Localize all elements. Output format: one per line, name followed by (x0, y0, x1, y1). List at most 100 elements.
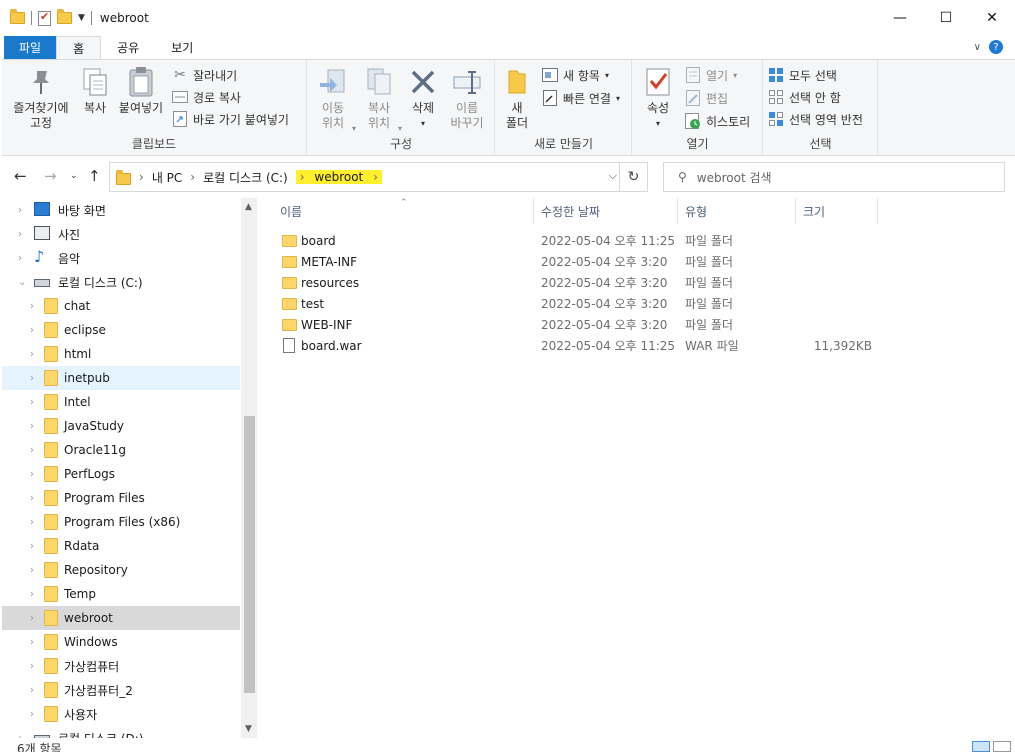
easy-access-button[interactable]: 빠른 연결 ▾ (542, 88, 620, 108)
chevron-right-icon[interactable]: › (30, 445, 34, 456)
chevron-right-icon[interactable]: › (30, 589, 34, 600)
nav-item[interactable]: › Windows (2, 630, 240, 654)
collapse-ribbon-icon[interactable]: ∨ (974, 42, 981, 53)
pin-quick-access-button[interactable]: 즐겨찾기에 고정 (8, 66, 74, 131)
chevron-right-icon[interactable]: › (30, 613, 34, 624)
nav-item[interactable]: › Repository (2, 558, 240, 582)
nav-pane-scrollbar[interactable]: ▲ ▼ (241, 198, 257, 738)
nav-item[interactable]: › Program Files (x86) (2, 510, 240, 534)
nav-item[interactable]: › inetpub (2, 366, 240, 390)
tab-view[interactable]: 보기 (155, 36, 209, 59)
file-row[interactable]: board 2022-05-04 오후 11:25 파일 폴더 (260, 230, 880, 251)
column-header-name[interactable]: 이름 (260, 198, 534, 224)
file-row[interactable]: test 2022-05-04 오후 3:20 파일 폴더 (260, 293, 880, 314)
chevron-right-icon[interactable]: › (30, 421, 34, 432)
chevron-right-icon[interactable]: › (30, 709, 34, 720)
cut-button[interactable]: ✂ 잘라내기 (172, 65, 237, 85)
nav-item[interactable]: › chat (2, 294, 240, 318)
chevron-right-icon[interactable]: › (30, 637, 34, 648)
breadcrumb-separator-icon[interactable]: › (373, 170, 378, 184)
nav-item[interactable]: › html (2, 342, 240, 366)
nav-item[interactable]: › Rdata (2, 534, 240, 558)
copy-to-button[interactable]: 복사 위치 ▾ (358, 66, 402, 133)
nav-item[interactable]: › 가상컴퓨터_2 (2, 678, 240, 702)
history-button[interactable]: 히스토리 (685, 111, 750, 131)
address-bar[interactable]: › 내 PC › 로컬 디스크 (C:) › webroot › ⌵ ↻ (109, 162, 648, 192)
forward-arrow-icon[interactable]: → (44, 167, 57, 185)
file-row[interactable]: board.war 2022-05-04 오후 11:25 WAR 파일 11,392… (260, 335, 880, 356)
breadcrumb-this-pc[interactable]: 내 PC (152, 169, 182, 186)
tab-share[interactable]: 공유 (101, 36, 155, 59)
scroll-down-arrow-icon[interactable]: ▼ (245, 724, 252, 734)
breadcrumb-separator-icon[interactable]: › (139, 170, 144, 184)
back-arrow-icon[interactable]: ← (14, 167, 27, 185)
file-row[interactable]: WEB-INF 2022-05-04 오후 3:20 파일 폴더 (260, 314, 880, 335)
help-icon[interactable]: ? (989, 40, 1003, 54)
address-history-dropdown-icon[interactable]: ⌵ (609, 169, 617, 183)
new-item-button[interactable]: 새 항목 ▾ (542, 65, 609, 85)
chevron-right-icon[interactable]: › (30, 301, 34, 312)
nav-item[interactable]: › Oracle11g (2, 438, 240, 462)
invert-selection-button[interactable]: 선택 영역 반전 (768, 109, 863, 129)
copy-path-button[interactable]: 경로 복사 (172, 87, 241, 107)
nav-item[interactable]: ›로컬 디스크 (D:) (2, 726, 240, 738)
breadcrumb-separator-icon[interactable]: › (300, 170, 305, 184)
select-all-button[interactable]: 모두 선택 (768, 65, 837, 85)
chevron-right-icon[interactable]: › (18, 205, 22, 216)
column-header-size[interactable]: 크기 (796, 198, 878, 224)
chevron-right-icon[interactable]: › (30, 325, 34, 336)
nav-item[interactable]: › ♪ 음악 (2, 246, 240, 270)
paste-shortcut-button[interactable]: 바로 가기 붙여넣기 (172, 109, 289, 129)
chevron-right-icon[interactable]: › (30, 565, 34, 576)
chevron-right-icon[interactable]: › (18, 229, 22, 240)
column-header-modified[interactable]: 수정한 날짜 (534, 198, 678, 224)
rename-button[interactable]: 이름 바꾸기 (446, 66, 488, 131)
breadcrumb-webroot[interactable]: webroot (314, 170, 363, 184)
nav-item[interactable]: › 사용자 (2, 702, 240, 726)
properties-icon[interactable] (38, 10, 51, 26)
chevron-right-icon[interactable]: › (30, 517, 34, 528)
tab-home[interactable]: 홈 (56, 36, 102, 59)
chevron-right-icon[interactable]: › (30, 661, 34, 672)
open-button[interactable]: 열기 ▾ (685, 65, 737, 85)
chevron-right-icon[interactable]: › (30, 469, 34, 480)
nav-item[interactable]: › webroot (2, 606, 240, 630)
move-to-button[interactable]: 이동 위치 ▾ (312, 66, 356, 133)
chevron-right-icon[interactable]: › (30, 685, 34, 696)
scroll-thumb[interactable] (244, 416, 255, 693)
nav-item[interactable]: › eclipse (2, 318, 240, 342)
breadcrumb-separator-icon[interactable]: › (190, 170, 195, 184)
nav-item[interactable]: › Program Files (2, 486, 240, 510)
select-none-button[interactable]: 선택 안 함 (768, 87, 841, 107)
nav-item[interactable]: › 가상컴퓨터 (2, 654, 240, 678)
new-folder-icon[interactable] (57, 9, 72, 24)
edit-button[interactable]: 편집 (685, 88, 728, 108)
nav-item[interactable]: › Temp (2, 582, 240, 606)
nav-item[interactable]: › 바탕 화면 (2, 198, 240, 222)
scroll-up-arrow-icon[interactable]: ▲ (245, 202, 252, 212)
recent-locations-icon[interactable]: ⌄ (70, 171, 78, 181)
tab-file[interactable]: 파일 (4, 36, 57, 59)
chevron-down-icon[interactable]: ⌄ (18, 277, 26, 288)
minimize-button[interactable]: — (877, 0, 923, 36)
file-row[interactable]: META-INF 2022-05-04 오후 3:20 파일 폴더 (260, 251, 880, 272)
breadcrumb-local-disk-c[interactable]: 로컬 디스크 (C:) (203, 169, 288, 186)
nav-item[interactable]: ⌄ 로컬 디스크 (C:) (2, 270, 240, 294)
search-box[interactable]: ⚲ webroot 검색 (663, 162, 1005, 192)
delete-button[interactable]: 삭제 ▾ (406, 66, 440, 131)
maximize-button[interactable]: ☐ (923, 0, 969, 36)
copy-button[interactable]: 복사 (78, 66, 112, 116)
nav-item[interactable]: › 사진 (2, 222, 240, 246)
nav-item[interactable]: › Intel (2, 390, 240, 414)
chevron-right-icon[interactable]: › (30, 541, 34, 552)
chevron-right-icon[interactable]: › (18, 253, 22, 264)
up-arrow-icon[interactable]: ↑ (88, 167, 101, 185)
file-row[interactable]: resources 2022-05-04 오후 3:20 파일 폴더 (260, 272, 880, 293)
large-icons-view-icon[interactable] (993, 741, 1011, 752)
refresh-button[interactable]: ↻ (619, 163, 647, 191)
paste-button[interactable]: 붙여넣기 (116, 66, 166, 116)
column-header-type[interactable]: 유형 (678, 198, 796, 224)
nav-item[interactable]: › JavaStudy (2, 414, 240, 438)
nav-item[interactable]: › PerfLogs (2, 462, 240, 486)
details-view-icon[interactable] (972, 741, 990, 752)
